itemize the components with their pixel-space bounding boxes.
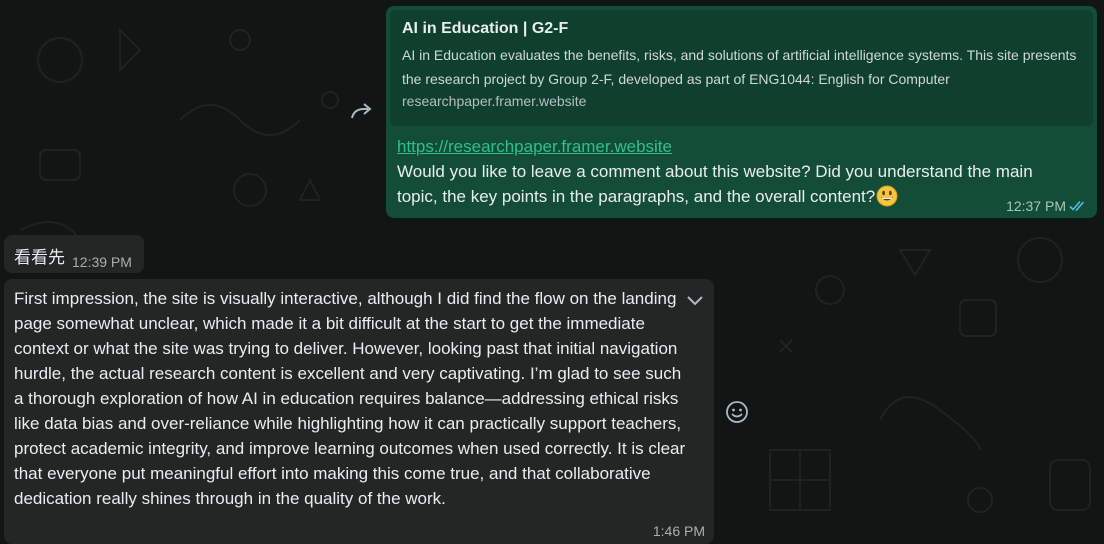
outgoing-message[interactable]: AI in Education | G2-F AI in Education e…: [386, 6, 1097, 218]
double-check-read-icon: [1069, 200, 1085, 212]
incoming-message-short[interactable]: 看看先 12:39 PM: [4, 235, 144, 273]
chevron-down-icon[interactable]: [684, 293, 706, 309]
outgoing-body-text: Would you like to leave a comment about …: [397, 162, 1033, 206]
link-preview-card[interactable]: AI in Education | G2-F AI in Education e…: [390, 10, 1093, 126]
link-preview-domain: researchpaper.framer.website: [402, 93, 587, 109]
message-link[interactable]: https://researchpaper.framer.website: [397, 134, 1067, 159]
outgoing-message-meta: 12:37 PM: [1006, 198, 1088, 214]
incoming-short-text: 看看先: [14, 248, 65, 268]
message-time: 12:39 PM: [72, 254, 132, 270]
message-time: 12:37 PM: [1006, 198, 1066, 214]
outgoing-message-text: https://researchpaper.framer.website Wou…: [397, 134, 1067, 209]
link-preview-title: AI in Education | G2-F: [402, 20, 569, 37]
link-preview-description: AI in Education evaluates the benefits, …: [402, 47, 1077, 87]
message-time: 1:46 PM: [652, 523, 705, 539]
incoming-long-text: First impression, the site is visually i…: [14, 289, 686, 508]
incoming-message-long[interactable]: First impression, the site is visually i…: [4, 279, 714, 544]
chat-panel: AI in Education | G2-F AI in Education e…: [0, 0, 1104, 544]
grinning-face-emoji-icon: [876, 185, 898, 207]
forward-icon[interactable]: [348, 100, 376, 124]
smiley-react-icon[interactable]: [725, 400, 749, 424]
